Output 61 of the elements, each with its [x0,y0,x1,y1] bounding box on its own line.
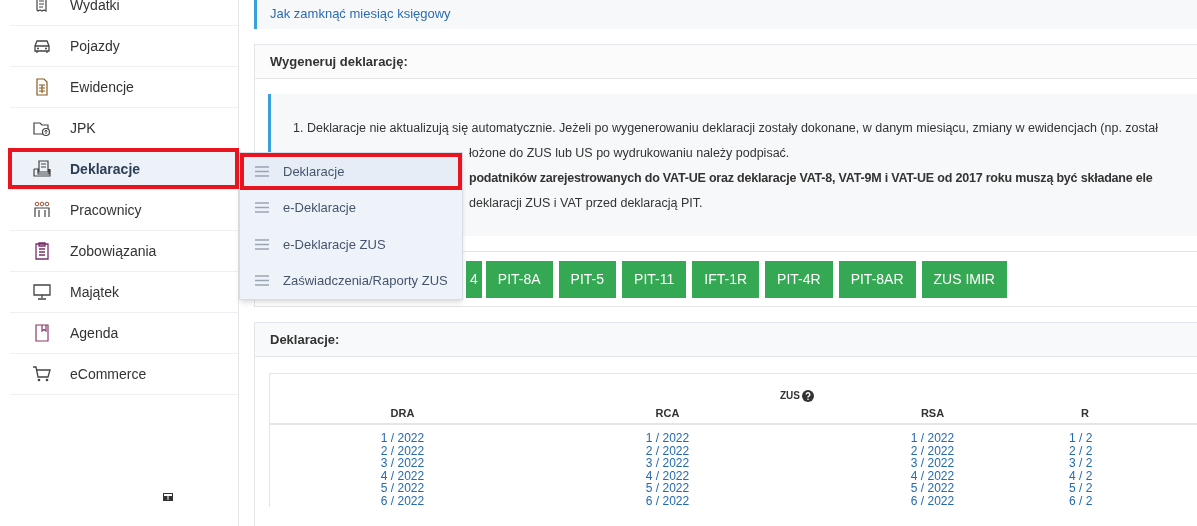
period-link[interactable]: 5 / 2022 [380,482,425,495]
period-link[interactable]: 4 / 2022 [645,469,690,482]
period-link[interactable]: 1 / 2022 [645,432,690,445]
sidebar-item[interactable]: Wydatki [10,0,238,26]
menu-icon [255,238,269,250]
submenu-item[interactable]: Zaświadczenia/Raporty ZUS [240,262,462,299]
period-link[interactable]: 3 / 2022 [645,457,690,470]
declaration-button[interactable]: PIT-5 [558,260,617,298]
period-link[interactable]: 6 / 2022 [645,494,690,507]
period-link[interactable]: 1 / 2 [1069,432,1093,445]
menu-icon [255,202,269,214]
people-icon [32,200,52,220]
declaration-button[interactable]: PIT-8A [485,260,553,298]
period-link[interactable]: 4 / 2022 [910,469,955,482]
group-header: ZUS [780,389,800,403]
help-icon[interactable] [802,389,814,402]
book-icon [32,323,52,343]
period-link[interactable]: 4 / 2022 [380,469,425,482]
clipboard-icon [32,241,52,261]
info-note: deklaracji ZUS i VAT przed deklaracją PIT. [469,195,703,212]
period-link[interactable]: 6 / 2 [1069,494,1093,507]
column-header: DRA [390,407,415,419]
menu-icon [255,275,269,287]
declaration-button[interactable]: PIT-4R [765,260,833,298]
help-link[interactable]: Jak zamknąć miesiąc księgowy [270,3,451,24]
declaration-button[interactable]: PIT-11 [622,260,687,298]
submenu-item[interactable]: e-Deklaracje [240,189,462,227]
period-link[interactable]: 1 / 2022 [380,432,425,445]
declaration-button[interactable]: IFT-1R [692,260,760,298]
period-link[interactable]: 6 / 2022 [910,494,955,507]
info-note: łożone do ZUS lub US po wydrukowaniu należy podpisać. [469,145,790,162]
period-link[interactable]: 1 / 2022 [910,432,955,445]
period-link[interactable]: 2 / 2022 [380,444,425,457]
period-link[interactable]: 4 / 2 [1069,469,1093,482]
submenu-item[interactable]: e-Deklaracje ZUS [240,226,462,263]
period-link[interactable]: 2 / 2022 [910,444,955,457]
document-tray-icon [32,159,52,179]
period-link[interactable]: 5 / 2 [1069,482,1093,495]
period-link[interactable]: 3 / 2022 [380,457,425,470]
column-header: RSA [920,407,945,419]
cart-icon [32,364,52,384]
period-link[interactable]: 5 / 2022 [910,482,955,495]
info-note: podatników zarejestrowanych do VAT-UE oraz deklaracje VAT-8, VAT-9M i VAT-UE od 2017 roku muszą być składane ele [469,170,1153,187]
card-title: Deklaracje: [270,330,340,349]
monitor-icon [32,282,52,302]
card-title: Wygeneruj deklarację: [270,52,408,71]
period-link[interactable]: 3 / 2022 [910,457,955,470]
submenu-item[interactable]: Deklaracje [240,153,462,190]
period-link[interactable]: 3 / 2 [1069,457,1093,470]
declaration-button[interactable]: PIT-8AR [838,260,916,298]
period-link[interactable]: 2 / 2 [1069,444,1093,457]
column-header: R [1081,407,1089,419]
declaration-button[interactable]: ZUS IMIR [921,260,1007,298]
period-link[interactable]: 5 / 2022 [645,482,690,495]
info-note: 1. Deklaracje nie aktualizują się automatycznie. Jeżeli po wygenerowaniu deklaracji zostały dokonane, w danym miesiącu, zmiany w ewidencjach (np. został [293,120,1158,137]
period-link[interactable]: 6 / 2022 [380,494,425,507]
column-header: RCA [655,407,680,419]
menu-icon [255,165,269,177]
declaration-button[interactable]: 4 [466,260,482,298]
collapse-icon[interactable] [163,493,173,501]
period-link[interactable]: 2 / 2022 [645,444,690,457]
